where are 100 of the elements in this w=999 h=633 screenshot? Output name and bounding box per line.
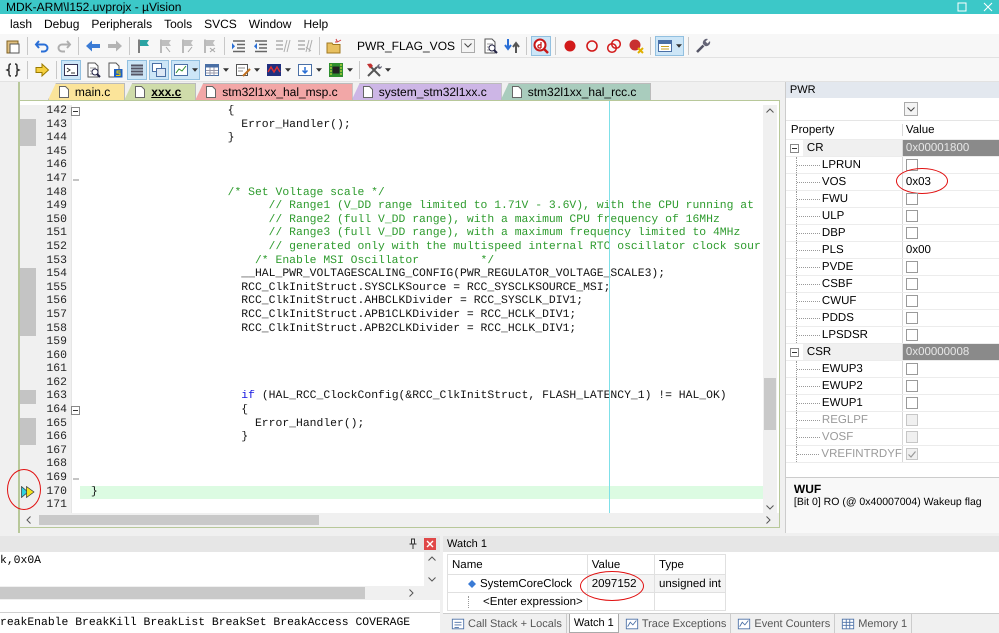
register-value: 0x00001800 (906, 142, 970, 154)
panel-tab[interactable]: Trace Exceptions (620, 614, 732, 633)
field-name: PDDS (822, 312, 854, 324)
panel-tab[interactable]: Call Stack + Locals (447, 614, 567, 633)
rows-icon (129, 62, 145, 78)
grid-window-icon (204, 62, 220, 78)
variable-name: SystemCoreClock (480, 578, 572, 590)
chevron-up-icon[interactable] (766, 108, 774, 113)
code-line: } (90, 486, 98, 500)
chevron-right-icon[interactable] (409, 589, 414, 597)
undo-icon (34, 38, 50, 54)
panel-header: Watch 1 (443, 536, 999, 552)
checkbox[interactable] (906, 193, 918, 205)
collapse-icon[interactable] (71, 107, 80, 116)
chevron-down-icon[interactable] (428, 577, 436, 582)
panel-header: PWR (786, 82, 999, 98)
menu-item[interactable]: lash (5, 15, 38, 33)
collapse-icon[interactable] (71, 406, 80, 416)
description-text: [Bit 0] RO (@ 0x40007004) Wakeup flag (794, 496, 983, 508)
chip-icon (328, 62, 344, 78)
menu-item[interactable]: SVCS (199, 15, 242, 33)
scrollbar-thumb[interactable] (38, 515, 319, 525)
chevron-down-icon[interactable] (766, 505, 774, 510)
field-name: PVDE (822, 261, 854, 273)
file-icon (206, 86, 216, 98)
checkbox[interactable] (906, 227, 918, 239)
close-icon[interactable] (424, 538, 436, 550)
file-tab[interactable]: stm32l1xx_hal_msp.c (195, 83, 353, 100)
scrollbar[interactable] (424, 552, 440, 586)
circle-icon (584, 38, 600, 54)
checkbox[interactable] (906, 159, 918, 171)
code-line: RCC_ClkInitStruct.AHBCLKDivider = RCC_SYSCLK_DIV1; (240, 295, 584, 309)
line-number: 162 (45, 376, 68, 390)
chevron-up-icon[interactable] (428, 556, 436, 561)
toolbar-button[interactable] (61, 60, 81, 80)
dropdown-button[interactable] (461, 38, 475, 52)
list-window-icon (297, 62, 313, 78)
scrollbar[interactable] (762, 105, 777, 513)
indent-icon (231, 38, 247, 54)
code-line: { (226, 105, 234, 119)
window-icon (657, 38, 673, 54)
windows-icon (151, 62, 167, 78)
caret-icon (285, 68, 291, 72)
field-value[interactable]: 0x03 (906, 176, 931, 188)
code-line: // generated only with the multispeed internal RTC oscillator clock sour (268, 240, 761, 255)
file-icon (135, 86, 146, 98)
window-title: MDK-ARM\l152.uvprojx - µVision (6, 0, 182, 14)
line-number: 153 (45, 254, 68, 268)
line-number: 143 (45, 118, 68, 132)
menu-item[interactable]: Peripherals (86, 15, 158, 33)
menu-item[interactable]: Tools (159, 15, 198, 33)
caret-icon (223, 68, 229, 72)
line-number: 149 (45, 200, 68, 214)
register-name: CSR (802, 344, 902, 360)
find-combo[interactable]: PWR_FLAG_VOS (349, 36, 475, 56)
menu-item[interactable]: Debug (39, 15, 84, 33)
checkbox[interactable] (906, 397, 918, 409)
file-tab[interactable]: stm32l1xx_hal_rcc.c (500, 83, 652, 100)
file-tab[interactable]: main.c (48, 83, 126, 100)
field-value[interactable]: 0x00 (906, 244, 931, 256)
toolbar-button[interactable] (127, 60, 147, 80)
chevron-right-icon[interactable] (766, 516, 771, 524)
checkbox[interactable] (906, 312, 918, 324)
outdent-icon (253, 38, 269, 54)
caret-icon (316, 68, 322, 72)
scrollbar[interactable] (20, 513, 779, 527)
panel-tab[interactable]: Watch 1 (568, 614, 619, 633)
checkbox[interactable] (906, 261, 918, 273)
field-name: DBP (822, 227, 846, 239)
scrollbar[interactable] (0, 586, 440, 600)
collapse-icon[interactable] (790, 144, 799, 152)
checkbox[interactable] (906, 329, 918, 341)
field-name: PLS (822, 244, 844, 256)
line-number: 159 (45, 336, 68, 350)
line-number: 163 (45, 390, 68, 404)
checkbox[interactable] (906, 295, 918, 307)
line-number: 164 (45, 404, 68, 418)
scrollbar-thumb[interactable] (0, 587, 365, 599)
scrollbar-thumb[interactable] (764, 378, 776, 430)
panel-tab[interactable]: Event Counters (733, 614, 836, 633)
file-tab[interactable]: system_stm32l1xx.c (352, 83, 502, 100)
pin-icon[interactable] (408, 538, 418, 550)
code-line: RCC_ClkInitStruct.APB1CLKDivider = RCC_HCLK_DIV1; (240, 308, 576, 322)
description-title: WUF (794, 482, 822, 496)
collapse-icon[interactable] (790, 348, 799, 356)
checkbox[interactable] (906, 363, 918, 375)
call-stack-icon (451, 616, 465, 630)
checkbox[interactable] (906, 210, 918, 222)
chevron-left-icon[interactable] (26, 516, 31, 524)
file-tab[interactable]: xxx.c (124, 83, 196, 100)
menu-item[interactable]: Help (298, 15, 334, 33)
caret-icon (192, 68, 198, 72)
panel-tab[interactable]: Memory 1 (837, 614, 912, 633)
clipboard-icon (5, 38, 21, 54)
checkbox[interactable] (906, 380, 918, 392)
terminal-icon (63, 62, 79, 78)
menu-item[interactable]: Window (244, 15, 296, 33)
checkbox[interactable] (906, 278, 918, 290)
dropdown-button[interactable] (904, 102, 918, 116)
line-number: 151 (45, 227, 68, 241)
